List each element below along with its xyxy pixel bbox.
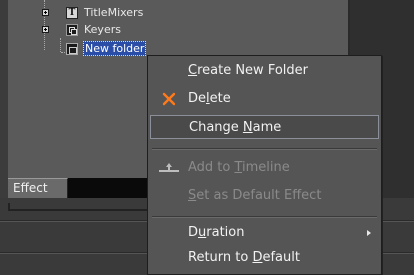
context-menu: Create New Folder Delete Change Name Add… — [147, 55, 382, 275]
menu-item-label: Add to Timeline — [188, 160, 290, 175]
menu-item-label: Delete — [188, 91, 231, 106]
menu-separator — [152, 216, 377, 218]
menu-item-set-as-default-effect[interactable]: Set as Default Effect — [148, 184, 381, 208]
tree-connector — [44, 0, 45, 50]
menu-item-create-new-folder[interactable]: Create New Folder — [148, 59, 381, 83]
x-icon — [162, 92, 176, 106]
menu-item-label: Set as Default Effect — [188, 188, 322, 203]
menu-separator — [152, 148, 377, 150]
menu-item-label: Return to Default — [188, 250, 300, 265]
expand-plus-icon[interactable] — [42, 26, 49, 33]
folder-icon — [66, 43, 78, 55]
menu-item-label: Duration — [188, 225, 245, 240]
tree-item-label: TitleMixers — [84, 6, 144, 19]
tree-connector — [60, 38, 61, 52]
menu-item-add-to-timeline[interactable]: Add to Timeline — [148, 156, 381, 180]
app-window: T TitleMixers Keyers New folder Effect C… — [0, 0, 414, 275]
menu-item-delete[interactable]: Delete — [148, 87, 381, 111]
title-icon: T — [66, 7, 78, 19]
menu-item-change-name[interactable]: Change Name — [150, 115, 379, 139]
keyer-icon — [66, 24, 78, 36]
tree-item-label-selected: New folder — [83, 41, 147, 56]
menu-item-label: Change Name — [189, 120, 282, 135]
tree-item-label: Keyers — [84, 23, 121, 36]
expand-plus-icon[interactable] — [42, 9, 49, 16]
menu-item-duration[interactable]: Duration — [148, 221, 381, 245]
menu-item-return-to-default[interactable]: Return to Default — [148, 246, 381, 270]
submenu-arrow-icon — [367, 230, 371, 236]
menu-item-label: Create New Folder — [188, 63, 308, 78]
tab-effect[interactable]: Effect — [8, 178, 68, 198]
add-to-timeline-icon — [159, 163, 179, 172]
